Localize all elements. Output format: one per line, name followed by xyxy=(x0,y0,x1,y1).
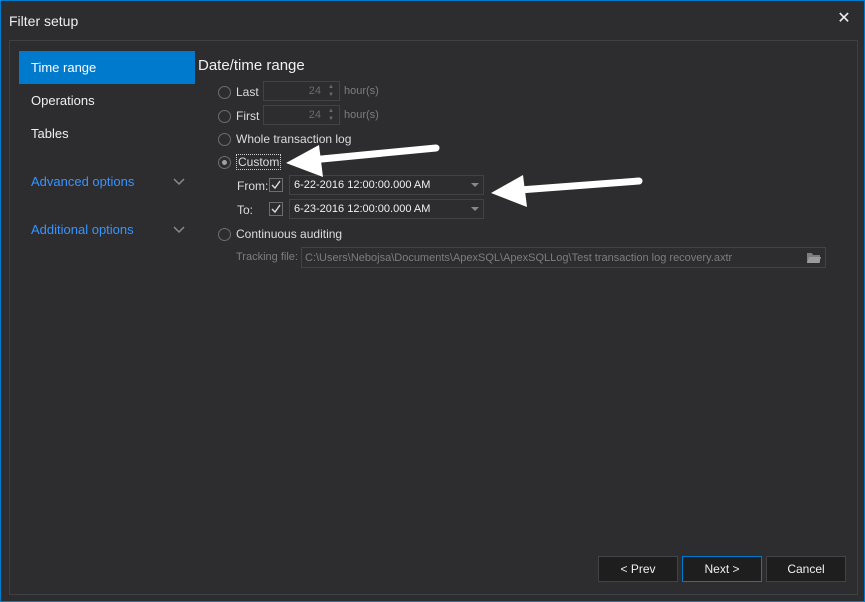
sidebar-item-operations[interactable]: Operations xyxy=(19,84,195,117)
radio-continuous-label: Continuous auditing xyxy=(236,227,343,241)
to-label: To: xyxy=(237,203,254,217)
cancel-button[interactable]: Cancel xyxy=(766,556,846,582)
radio-button[interactable] xyxy=(218,85,231,99)
radio-button[interactable] xyxy=(218,132,231,146)
to-date-picker[interactable]: 6-23-2016 12:00:00.000 AM xyxy=(289,199,484,219)
radio-custom-label: Custom xyxy=(236,154,282,170)
from-date-picker[interactable]: 6-22-2016 12:00:00.000 AM xyxy=(289,175,484,195)
chevron-down-icon xyxy=(173,213,185,246)
chevron-down-icon xyxy=(173,165,185,198)
filter-setup-window: Filter setup ✕ Time range Operations Tab… xyxy=(0,0,865,602)
window-title: Filter setup xyxy=(9,13,79,29)
sidebar-item-tables[interactable]: Tables xyxy=(19,117,195,150)
sidebar-group-additional-options[interactable]: Additional options xyxy=(19,213,195,246)
sidebar-item-time-range[interactable]: Time range xyxy=(19,51,195,84)
last-unit: hour(s) xyxy=(344,85,379,97)
radio-last[interactable]: Last xyxy=(218,83,259,101)
to-date-value: 6-23-2016 12:00:00.000 AM xyxy=(294,203,431,215)
title-bar: Filter setup ✕ xyxy=(1,1,864,39)
radio-whole-label: Whole transaction log xyxy=(236,132,352,146)
checkmark-icon xyxy=(271,204,281,214)
dropdown-arrow-icon[interactable] xyxy=(471,183,479,187)
radio-continuous-auditing[interactable]: Continuous auditing xyxy=(218,225,342,243)
radio-last-label: Last xyxy=(236,85,259,99)
section-title: Date/time range xyxy=(198,57,305,74)
radio-first[interactable]: First xyxy=(218,107,259,125)
tracking-file-field[interactable]: C:\Users\Nebojsa\Documents\ApexSQL\ApexS… xyxy=(301,247,826,268)
close-icon[interactable]: ✕ xyxy=(836,11,852,27)
folder-icon[interactable] xyxy=(806,251,822,267)
next-button[interactable]: Next > xyxy=(682,556,762,582)
radio-button[interactable] xyxy=(218,109,231,123)
radio-button[interactable] xyxy=(218,155,231,169)
sidebar: Time range Operations Tables Advanced op… xyxy=(19,51,195,246)
tracking-file-value: C:\Users\Nebojsa\Documents\ApexSQL\ApexS… xyxy=(305,252,733,264)
from-date-value: 6-22-2016 12:00:00.000 AM xyxy=(294,179,431,191)
from-label: From: xyxy=(237,179,269,193)
from-checkbox[interactable] xyxy=(269,178,283,192)
first-hours-stepper[interactable]: 24 ▲ ▼ xyxy=(263,105,340,125)
stepper-arrows-icon[interactable]: ▲ ▼ xyxy=(325,107,337,123)
last-hours-value: 24 xyxy=(308,85,321,97)
radio-button[interactable] xyxy=(218,227,231,241)
to-checkbox[interactable] xyxy=(269,202,283,216)
first-hours-value: 24 xyxy=(308,109,321,121)
stepper-arrows-icon[interactable]: ▲ ▼ xyxy=(325,83,337,99)
radio-first-label: First xyxy=(236,109,260,123)
tracking-file-label: Tracking file: xyxy=(236,251,298,263)
radio-whole-transaction-log[interactable]: Whole transaction log xyxy=(218,130,351,148)
sidebar-group-advanced-options[interactable]: Advanced options xyxy=(19,165,195,198)
content-frame: Time range Operations Tables Advanced op… xyxy=(9,40,858,595)
checkmark-icon xyxy=(271,180,281,190)
sidebar-group-label: Additional options xyxy=(31,222,134,237)
sidebar-group-label: Advanced options xyxy=(31,174,135,189)
first-unit: hour(s) xyxy=(344,109,379,121)
dropdown-arrow-icon[interactable] xyxy=(471,207,479,211)
prev-button[interactable]: < Prev xyxy=(598,556,678,582)
radio-custom[interactable]: Custom xyxy=(218,153,282,171)
last-hours-stepper[interactable]: 24 ▲ ▼ xyxy=(263,81,340,101)
